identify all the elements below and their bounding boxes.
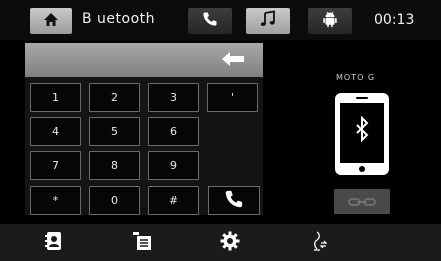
- contacts-icon: [45, 231, 63, 255]
- call-log-button[interactable]: [112, 224, 172, 261]
- key-star[interactable]: *: [30, 186, 81, 215]
- key-hash[interactable]: #: [148, 186, 199, 215]
- smartphone-bluetooth-icon: [334, 92, 390, 180]
- link-icon: [348, 192, 376, 211]
- music-note-icon: [259, 10, 277, 32]
- audio-transfer-icon: [308, 230, 328, 256]
- home-button[interactable]: [30, 8, 72, 34]
- bluetooth-phone-screen: B uetooth 00:13 1 2 3 ' 4 5 6 7 8 9 * 0 …: [0, 0, 441, 261]
- tab-android[interactable]: [308, 8, 352, 34]
- key-1[interactable]: 1: [30, 83, 81, 112]
- key-6[interactable]: 6: [148, 117, 199, 146]
- key-7[interactable]: 7: [30, 151, 81, 180]
- call-icon: [224, 189, 244, 213]
- home-icon: [43, 12, 59, 31]
- connect-button[interactable]: [334, 189, 390, 214]
- clock: 00:13: [374, 12, 415, 28]
- key-8[interactable]: 8: [89, 151, 140, 180]
- settings-button[interactable]: [200, 224, 260, 261]
- tab-music[interactable]: [246, 8, 290, 34]
- bottom-bar: [0, 224, 441, 261]
- gear-icon: [220, 231, 240, 255]
- key-3[interactable]: 3: [148, 83, 199, 112]
- key-4[interactable]: 4: [30, 117, 81, 146]
- key-5[interactable]: 5: [89, 117, 140, 146]
- android-icon: [322, 10, 338, 32]
- backspace-arrow-icon: [220, 51, 246, 71]
- audio-transfer-button[interactable]: [288, 224, 348, 261]
- key-0[interactable]: 0: [89, 186, 140, 215]
- key-extra[interactable]: ': [207, 83, 258, 112]
- key-2[interactable]: 2: [89, 83, 140, 112]
- top-bar: B uetooth 00:13: [0, 0, 441, 40]
- backspace-button[interactable]: [210, 48, 256, 73]
- phone-icon: [202, 11, 218, 31]
- app-title: B uetooth: [82, 11, 156, 27]
- device-name: MOTO G: [336, 73, 376, 82]
- call-button[interactable]: [208, 186, 260, 215]
- call-log-icon: [131, 231, 153, 255]
- tab-phone[interactable]: [188, 8, 232, 34]
- contacts-button[interactable]: [24, 224, 84, 261]
- key-9[interactable]: 9: [148, 151, 199, 180]
